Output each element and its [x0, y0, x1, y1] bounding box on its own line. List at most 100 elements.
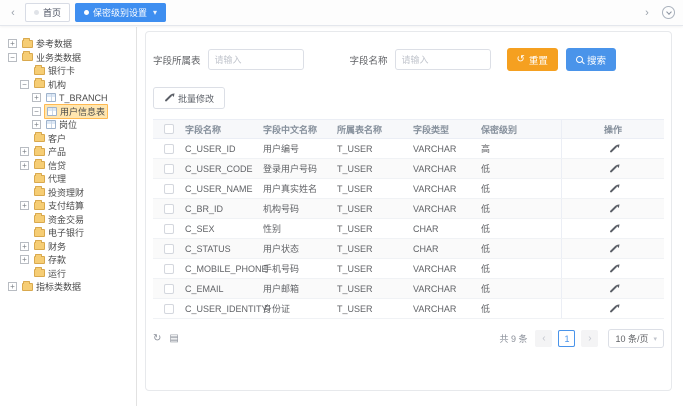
- tree-node[interactable]: 银行卡: [0, 64, 136, 78]
- batch-edit-button[interactable]: 批量修改: [153, 87, 225, 109]
- tree-node[interactable]: + 产品: [0, 145, 136, 159]
- edit-icon[interactable]: [609, 165, 617, 173]
- expand-icon[interactable]: +: [20, 201, 29, 210]
- tree-node[interactable]: +存款: [0, 253, 136, 267]
- column-settings-icon[interactable]: ▤: [169, 334, 178, 344]
- field-table-input[interactable]: [208, 49, 304, 70]
- edit-icon[interactable]: [609, 285, 617, 293]
- row-checkbox[interactable]: [164, 164, 174, 174]
- tree-node-content[interactable]: 产品: [32, 145, 68, 158]
- tree-node[interactable]: −业务类数据: [0, 51, 136, 65]
- tree-node[interactable]: 资金交易: [0, 213, 136, 227]
- edit-icon[interactable]: [609, 145, 617, 153]
- collapse-icon[interactable]: −: [32, 107, 41, 116]
- row-checkbox[interactable]: [164, 264, 174, 274]
- prev-page-button[interactable]: ‹: [535, 330, 552, 347]
- current-page-button[interactable]: 1: [558, 330, 575, 347]
- collapse-icon[interactable]: −: [20, 80, 29, 89]
- folder-icon: [34, 202, 45, 210]
- tree-node-content[interactable]: 财务: [32, 240, 68, 253]
- tree-node-content[interactable]: 银行卡: [32, 64, 77, 77]
- expand-icon[interactable]: +: [32, 93, 41, 102]
- expand-icon[interactable]: +: [20, 147, 29, 156]
- tab-home[interactable]: 首页: [25, 3, 70, 22]
- tree-node-content[interactable]: 客户: [32, 132, 68, 145]
- cell-table: T_USER: [337, 284, 413, 294]
- expand-icon[interactable]: +: [8, 39, 17, 48]
- tree-node[interactable]: − 用户信息表: [0, 105, 136, 119]
- tree-node[interactable]: 客户: [0, 132, 136, 146]
- tab-scroll-right-icon[interactable]: ›: [640, 7, 654, 19]
- tab-scroll-left-icon[interactable]: ‹: [6, 7, 20, 19]
- expand-icon[interactable]: +: [32, 120, 41, 129]
- next-page-button[interactable]: ›: [581, 330, 598, 347]
- row-checkbox-cell: [153, 284, 185, 294]
- tree-node-label: 财务: [48, 240, 66, 253]
- reset-button[interactable]: ↺ 重置: [507, 48, 558, 71]
- tree-node-content[interactable]: 运行: [32, 267, 68, 280]
- tree-node-content[interactable]: 电子银行: [32, 226, 86, 239]
- edit-icon[interactable]: [609, 265, 617, 273]
- tree-node-content[interactable]: 信贷: [32, 159, 68, 172]
- tree-node[interactable]: 电子银行: [0, 226, 136, 240]
- cell-level: 高: [481, 142, 561, 155]
- tree-node-selected[interactable]: 用户信息表: [44, 104, 108, 119]
- tree-node[interactable]: +参考数据: [0, 37, 136, 51]
- tree-node-content[interactable]: 参考数据: [20, 37, 74, 50]
- tree-node-content[interactable]: 支付结算: [32, 199, 86, 212]
- folder-icon: [34, 134, 45, 142]
- field-name-input[interactable]: [395, 49, 491, 70]
- expand-icon[interactable]: +: [20, 255, 29, 264]
- tree-node-content[interactable]: 资金交易: [32, 213, 86, 226]
- chevron-down-icon[interactable]: ▾: [153, 8, 157, 17]
- tree-node-label: 产品: [48, 145, 66, 158]
- expand-icon[interactable]: +: [20, 161, 29, 170]
- row-checkbox-cell: [153, 144, 185, 154]
- tree-node[interactable]: +支付结算: [0, 199, 136, 213]
- tree-node-label: 用户信息表: [60, 105, 105, 118]
- edit-icon[interactable]: [609, 245, 617, 253]
- row-checkbox[interactable]: [164, 204, 174, 214]
- tree-node-content[interactable]: 指标类数据: [20, 280, 83, 293]
- edit-icon[interactable]: [609, 205, 617, 213]
- row-checkbox[interactable]: [164, 304, 174, 314]
- tree-node-content[interactable]: 业务类数据: [20, 51, 83, 64]
- edit-icon[interactable]: [609, 185, 617, 193]
- edit-icon[interactable]: [609, 225, 617, 233]
- page-size-select[interactable]: 10 条/页 ▾: [608, 329, 664, 348]
- tab-options-icon[interactable]: [662, 6, 675, 19]
- tree-node-content[interactable]: 投资理财: [32, 186, 86, 199]
- tree-node[interactable]: +指标类数据: [0, 280, 136, 294]
- row-checkbox[interactable]: [164, 184, 174, 194]
- row-checkbox[interactable]: [164, 224, 174, 234]
- tree-node-content[interactable]: 存款: [32, 253, 68, 266]
- select-all-checkbox[interactable]: [164, 124, 174, 134]
- pagination: 共 9 条 ‹ 1 › 10 条/页 ▾: [499, 329, 664, 348]
- expand-icon[interactable]: +: [20, 242, 29, 251]
- tree-node-content[interactable]: 代理: [32, 172, 68, 185]
- tree-node[interactable]: 运行: [0, 267, 136, 281]
- tree-node[interactable]: +岗位: [0, 118, 136, 132]
- tree-node-content[interactable]: 机构: [32, 78, 68, 91]
- edit-icon[interactable]: [609, 305, 617, 313]
- tab-security-level-settings[interactable]: 保密级别设置 ▾: [75, 3, 166, 22]
- folder-icon: [22, 53, 33, 61]
- tree-node[interactable]: 投资理财: [0, 186, 136, 200]
- tree-node-content[interactable]: 岗位: [44, 118, 79, 131]
- tree-node-label: 投资理财: [48, 186, 84, 199]
- tree-node[interactable]: +T_BRANCH: [0, 91, 136, 105]
- collapse-icon[interactable]: −: [8, 53, 17, 62]
- tree-node[interactable]: + 财务: [0, 240, 136, 254]
- refresh-icon[interactable]: ↻: [153, 334, 161, 344]
- cell-name: C_SEX: [185, 224, 263, 234]
- row-checkbox[interactable]: [164, 244, 174, 254]
- tree-node[interactable]: +信贷: [0, 159, 136, 173]
- tree-node[interactable]: −机构: [0, 78, 136, 92]
- row-checkbox[interactable]: [164, 144, 174, 154]
- chevron-down-icon: [666, 9, 672, 15]
- search-button[interactable]: 搜索: [566, 48, 616, 71]
- tree-node-content[interactable]: T_BRANCH: [44, 93, 110, 103]
- tree-node[interactable]: 代理: [0, 172, 136, 186]
- row-checkbox[interactable]: [164, 284, 174, 294]
- expand-icon[interactable]: +: [8, 282, 17, 291]
